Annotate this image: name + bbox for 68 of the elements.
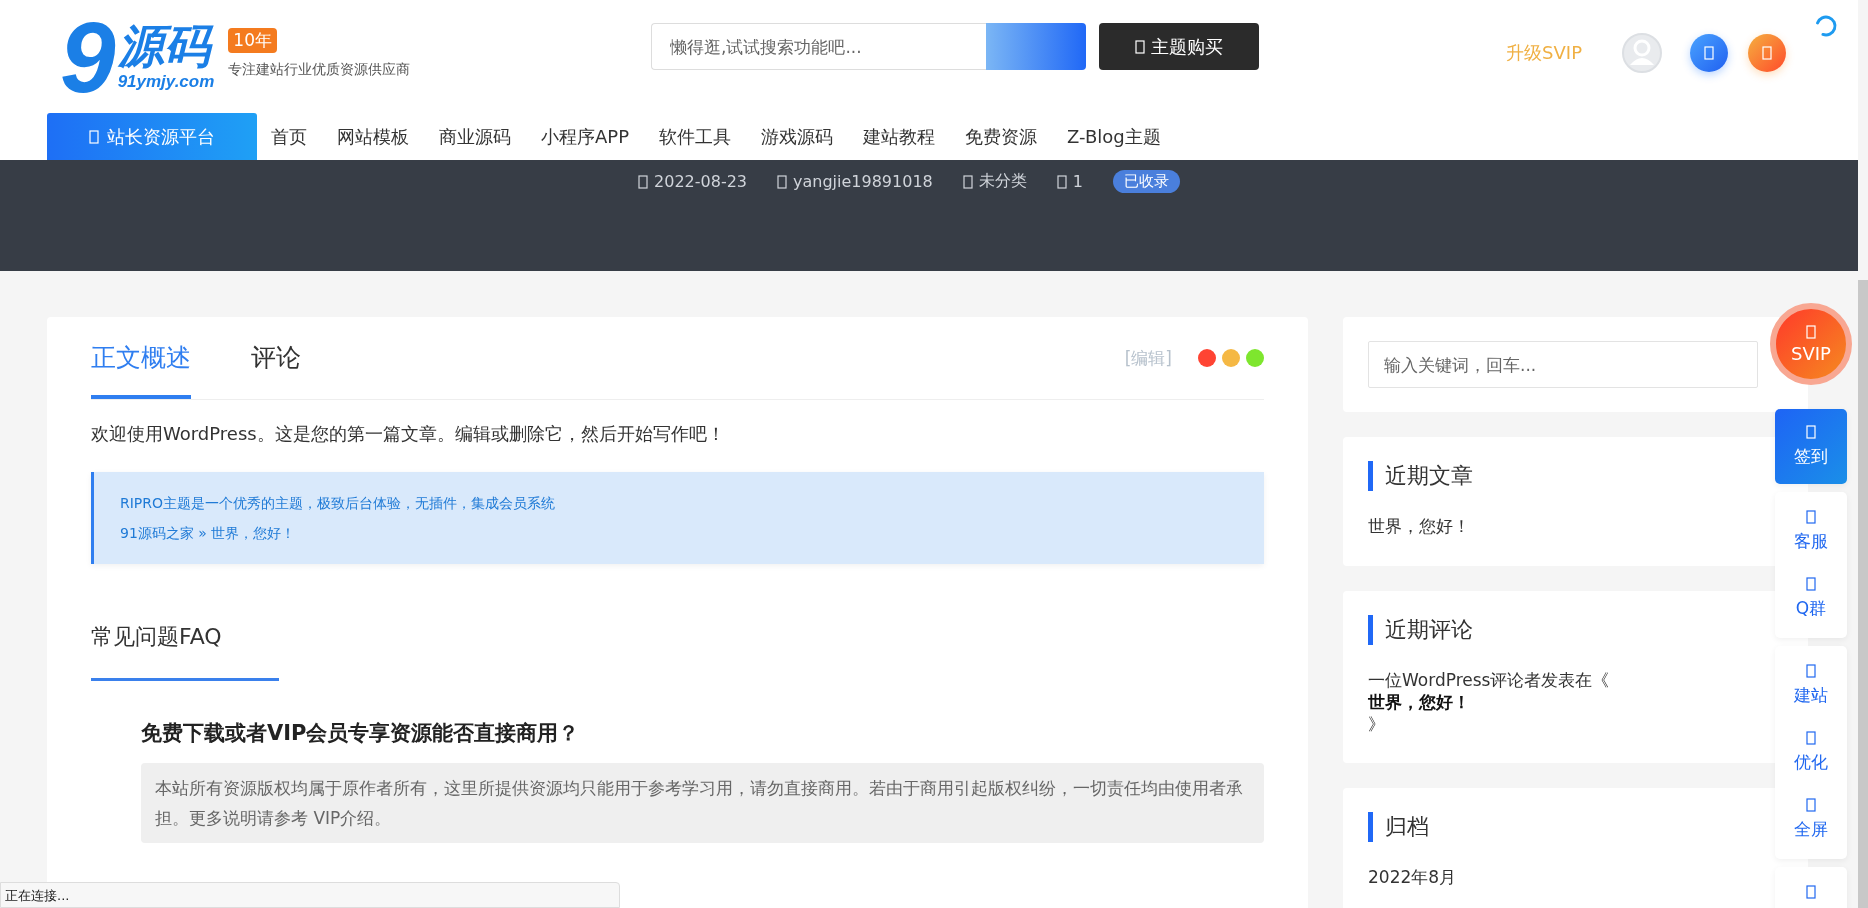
article-tab[interactable]: 评论 (251, 317, 301, 399)
nav-link[interactable]: 网站模板 (337, 124, 409, 149)
square-icon (1704, 45, 1714, 60)
comment-post-link[interactable]: 世界，您好！ (1368, 691, 1470, 713)
float-toolbar-button[interactable]: Q群 (1775, 565, 1847, 632)
square-icon (1806, 425, 1816, 439)
loading-spinner-icon (1814, 14, 1838, 38)
faq-question: 免费下载或者VIP会员专享资源能否直接商用？ (141, 720, 581, 747)
article-tab[interactable]: 正文概述 (91, 317, 191, 399)
square-icon (1806, 885, 1816, 899)
circle-button[interactable] (1690, 33, 1728, 72)
nav-link[interactable]: 小程序APP (541, 124, 630, 149)
notice-line: RIPRO主题是一个优秀的主题，极致后台体验，无插件，集成会员系统 (120, 494, 557, 513)
comment-author-text: 一位WordPress评论者发表在《 (1368, 669, 1610, 691)
nav-link[interactable]: 商业源码 (439, 124, 511, 149)
search-field[interactable]: 懒得逛,试试搜索功能吧... (651, 23, 986, 70)
widget-title: 近期评论 (1368, 615, 1473, 645)
float-toolbar-button[interactable]: 建站 (1775, 652, 1847, 719)
square-icon (1806, 577, 1816, 591)
nav-link[interactable]: 游戏源码 (761, 124, 834, 149)
post-author[interactable]: yangjie19891018 (793, 172, 933, 191)
widget-link[interactable]: 2022年8月 (1368, 866, 1457, 889)
sidebar-search-field[interactable]: 输入关键词，回车... (1368, 341, 1758, 388)
faq-answer: 本站所有资源版权均属于原作者所有，这里所提供资源均只能用于参考学习用，请勿直接商用。若由于商用引起版权纠纷，一切责任均由使用者承担。更多说明请参考 VIP介绍。 (141, 763, 1264, 843)
widget-link[interactable]: 世界，您好！ (1368, 515, 1470, 538)
post-category[interactable]: 未分类 (978, 171, 1027, 192)
square-icon (962, 174, 973, 189)
platform-button[interactable]: 站长资源平台 (47, 113, 257, 160)
intro-text: 欢迎使用WordPress。这是您的第一篇文章。编辑或删除它，然后开始写作吧！ (91, 422, 726, 446)
circle-button[interactable] (1748, 33, 1786, 72)
square-icon (1806, 664, 1816, 678)
square-icon (1806, 324, 1816, 339)
square-icon (1056, 174, 1067, 189)
square-icon (89, 129, 99, 144)
logo-mark[interactable]: 9 (60, 6, 116, 107)
notice-line: 91源码之家 » 世界，您好！ (120, 524, 297, 543)
square-icon (777, 174, 787, 189)
widget-title: 归档 (1368, 812, 1429, 842)
closing-quote: 》 (1368, 713, 1385, 735)
nav-link[interactable]: 软件工具 (659, 124, 732, 149)
faq-heading: 常见问题FAQ (91, 622, 279, 681)
user-avatar-icon[interactable] (1622, 32, 1662, 73)
float-toolbar-button[interactable]: 全屏 (1775, 786, 1847, 853)
widget-title: 近期文章 (1368, 461, 1473, 491)
square-icon (638, 174, 649, 189)
post-date: 2022-08-23 (654, 172, 747, 191)
nav-link[interactable]: 首页 (271, 124, 307, 149)
square-icon (1135, 39, 1145, 54)
nav-link[interactable]: 免费资源 (965, 124, 1038, 149)
float-toolbar-button[interactable]: 签到 (1775, 409, 1847, 484)
logo-domain: 91ymjy.com (117, 71, 215, 92)
slogan: 专注建站行业优质资源供应商 (228, 61, 411, 79)
nav-link[interactable]: 建站教程 (863, 124, 936, 149)
square-icon (1806, 731, 1816, 745)
comment-count: 1 (1072, 172, 1083, 191)
square-icon (1806, 510, 1816, 524)
search-button[interactable] (986, 23, 1086, 70)
buy-button[interactable]: 主题购买 (1099, 23, 1259, 70)
logo-name[interactable]: 源码 (117, 21, 215, 72)
square-icon (1806, 798, 1816, 812)
browser-status-bar: 正在连接... (0, 882, 620, 908)
square-icon (1762, 45, 1772, 60)
scrollbar[interactable] (1858, 280, 1868, 908)
float-toolbar-button[interactable]: 客服 (1775, 498, 1847, 565)
years-badge: 10年 (228, 28, 277, 53)
nav-link[interactable]: Z-Blog主题 (1067, 124, 1161, 149)
indexed-badge: 已收录 (1112, 170, 1180, 193)
float-toolbar-button[interactable]: 优化 (1775, 719, 1847, 786)
